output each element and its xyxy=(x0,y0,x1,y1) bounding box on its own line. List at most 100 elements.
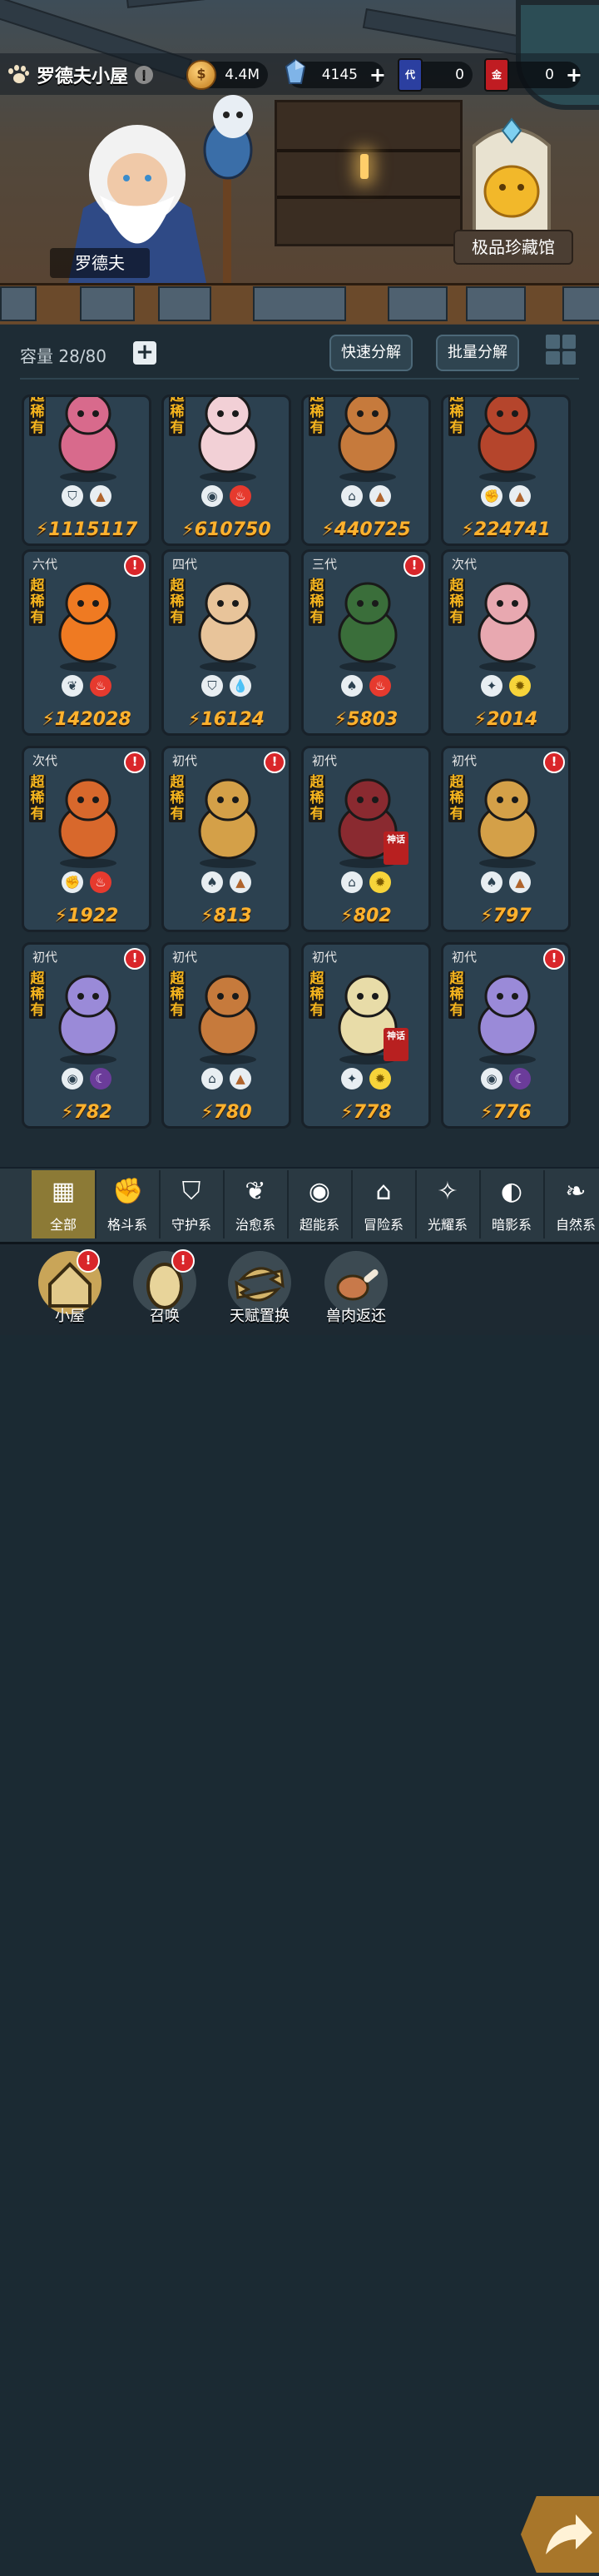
element-icons: ◉ ♨ xyxy=(197,485,255,507)
curved-arrow-icon xyxy=(546,2514,592,2554)
home-title[interactable]: 罗德夫小屋 ! xyxy=(7,58,154,92)
monster-inventory: 容量 28/80 + 快速分解 批量分解 超稀有 ⛉ ▲ ⚡1115117 超稀有 ◉… xyxy=(0,325,599,1167)
leaf-icon: ♠ xyxy=(201,871,223,893)
bottom-nav: ! 小屋 ! 召唤 天赋置换 兽肉返还 xyxy=(0,1242,599,2573)
legend-badge: 神话 xyxy=(384,831,408,865)
monster-portrait xyxy=(478,975,537,1065)
fire-icon: ♨ xyxy=(90,675,111,697)
nav-summon-label: 召唤 xyxy=(150,1308,180,1325)
category-label: 全部 xyxy=(49,1217,77,1233)
monster-card[interactable]: 次代 超稀有 ✦ ✹ ⚡2014 xyxy=(441,549,571,736)
category-label: 暗影系 xyxy=(491,1217,532,1233)
monster-portrait xyxy=(58,975,118,1065)
monster-portrait xyxy=(478,397,537,482)
gem-icon xyxy=(285,58,306,84)
category-icon: ⌂ xyxy=(375,1177,392,1206)
power-value: ⚡2014 xyxy=(473,709,538,730)
monster-card[interactable]: 初代 超稀有 ⌂ ✹ ⚡802 神话 xyxy=(301,746,431,932)
category-icon: ✧ xyxy=(437,1177,458,1206)
category-tab[interactable]: ▦ 全部 xyxy=(32,1170,97,1238)
power-value: ⚡610750 xyxy=(181,519,271,540)
gold-coin-icon: $ xyxy=(186,60,216,90)
monster-card[interactable]: 三代 超稀有! ♠ ♨ ⚡5803 xyxy=(301,549,431,736)
monster-card[interactable]: 超稀有 ⛉ ▲ ⚡1115117 xyxy=(22,395,151,546)
generation-label: 初代 xyxy=(452,753,478,768)
monster-card[interactable]: 初代 超稀有 ✦ ✹ ⚡778 神话 xyxy=(301,942,431,1129)
category-tab[interactable]: ⛉ 守护系 xyxy=(160,1170,225,1238)
monster-portrait xyxy=(198,582,258,672)
adventure-icon: ⌂ xyxy=(201,1068,223,1089)
roof-stone xyxy=(80,286,135,321)
monster-card[interactable]: 初代 超稀有! ♠ ▲ ⚡813 xyxy=(161,746,291,932)
category-tab[interactable]: ✊ 格斗系 xyxy=(96,1170,161,1238)
divider xyxy=(20,378,579,380)
monster-portrait xyxy=(478,582,537,672)
monster-card[interactable]: 超稀有 ✊ ▲ ⚡224741 xyxy=(441,395,571,546)
sun-icon: ✹ xyxy=(369,871,391,893)
leaf-icon: ♠ xyxy=(481,871,502,893)
generation-label: 次代 xyxy=(32,753,58,768)
nav-meat-refund-button[interactable]: 兽肉返还 xyxy=(316,1249,396,1333)
star-compass-icon: ✦ xyxy=(341,1068,363,1089)
monster-portrait xyxy=(198,397,258,482)
category-tab[interactable]: ◉ 超能系 xyxy=(288,1170,353,1238)
monster-card[interactable]: 超稀有 ⌂ ▲ ⚡440725 xyxy=(301,395,431,546)
element-icons: ♠ ♨ xyxy=(337,675,395,697)
power-number: 797 xyxy=(493,906,532,926)
monster-portrait xyxy=(198,778,258,868)
gem-counter: 4145 + xyxy=(285,58,386,88)
power-value: ⚡1922 xyxy=(54,906,119,926)
meat-type-icon: ▲ xyxy=(369,485,391,507)
nav-talent-swap-button[interactable]: 天赋置换 xyxy=(220,1249,300,1333)
category-icon: ✊ xyxy=(112,1177,144,1206)
category-icon: ◉ xyxy=(308,1177,331,1206)
water-drop-icon: 💧 xyxy=(230,675,251,697)
element-icons: ✊ ▲ xyxy=(477,485,535,507)
monster-card[interactable]: 六代 超稀有! ❦ ♨ ⚡142028 xyxy=(22,549,151,736)
monster-card[interactable]: 初代 超稀有 ⌂ ▲ ⚡780 xyxy=(161,942,291,1129)
category-icon: ❧ xyxy=(565,1177,587,1206)
nav-summon-button[interactable]: ! 召唤 xyxy=(125,1249,205,1333)
power-value: ⚡224741 xyxy=(461,519,551,540)
eye-icon: ◉ xyxy=(62,1068,83,1089)
info-icon[interactable]: ! xyxy=(135,66,154,84)
quick-decompose-button[interactable]: 快速分解 xyxy=(329,335,413,371)
monster-card[interactable]: 初代 超稀有! ◉ ☾ ⚡782 xyxy=(22,942,151,1129)
batch-decompose-button[interactable]: 批量分解 xyxy=(436,335,519,371)
power-value: ⚡802 xyxy=(340,906,392,926)
generation-label: 初代 xyxy=(172,950,198,965)
home-title-text: 罗德夫小屋 xyxy=(37,67,129,87)
power-number: 802 xyxy=(353,906,392,926)
generation-label: 初代 xyxy=(452,950,478,965)
monster-card[interactable]: 初代 超稀有! ♠ ▲ ⚡797 xyxy=(441,746,571,932)
meat-type-icon: ▲ xyxy=(90,485,111,507)
roof-stone xyxy=(0,286,37,321)
category-tab[interactable]: ❧ 自然系 xyxy=(544,1170,599,1238)
go-arrow-button[interactable] xyxy=(521,2496,599,2573)
add-ticket-button[interactable]: + xyxy=(566,65,582,85)
element-icons: ⌂ ▲ xyxy=(197,1068,255,1089)
category-tab[interactable]: ⌂ 冒险系 xyxy=(352,1170,417,1238)
category-tab[interactable]: ◐ 暗影系 xyxy=(480,1170,545,1238)
sprout-icon: ❦ xyxy=(62,675,83,697)
fire-icon: ♨ xyxy=(369,675,391,697)
category-label: 超能系 xyxy=(299,1217,339,1233)
generation-label: 初代 xyxy=(32,950,58,965)
monster-card[interactable]: 四代 超稀有 ⛉ 💧 ⚡16124 xyxy=(161,549,291,736)
paw-icon xyxy=(7,63,30,87)
monster-card[interactable]: 初代 超稀有! ◉ ☾ ⚡776 xyxy=(441,942,571,1129)
meat-type-icon: ▲ xyxy=(509,485,531,507)
monster-card[interactable]: 次代 超稀有! ✊ ♨ ⚡1922 xyxy=(22,746,151,932)
power-value: ⚡778 xyxy=(340,1102,392,1123)
add-gems-button[interactable]: + xyxy=(369,65,386,85)
grid-view-icon[interactable] xyxy=(546,335,576,365)
category-tab[interactable]: ✧ 光耀系 xyxy=(416,1170,481,1238)
nav-home-button[interactable]: ! 小屋 xyxy=(30,1249,110,1333)
power-number: 1115117 xyxy=(48,519,138,540)
collection-hall-button[interactable]: 极品珍藏馆 xyxy=(453,230,573,265)
category-tab[interactable]: ❦ 治愈系 xyxy=(224,1170,289,1238)
element-icons: ◉ ☾ xyxy=(57,1068,116,1089)
expand-capacity-button[interactable]: + xyxy=(133,341,156,365)
monster-card[interactable]: 超稀有 ◉ ♨ ⚡610750 xyxy=(161,395,291,546)
monster-portrait xyxy=(478,778,537,868)
